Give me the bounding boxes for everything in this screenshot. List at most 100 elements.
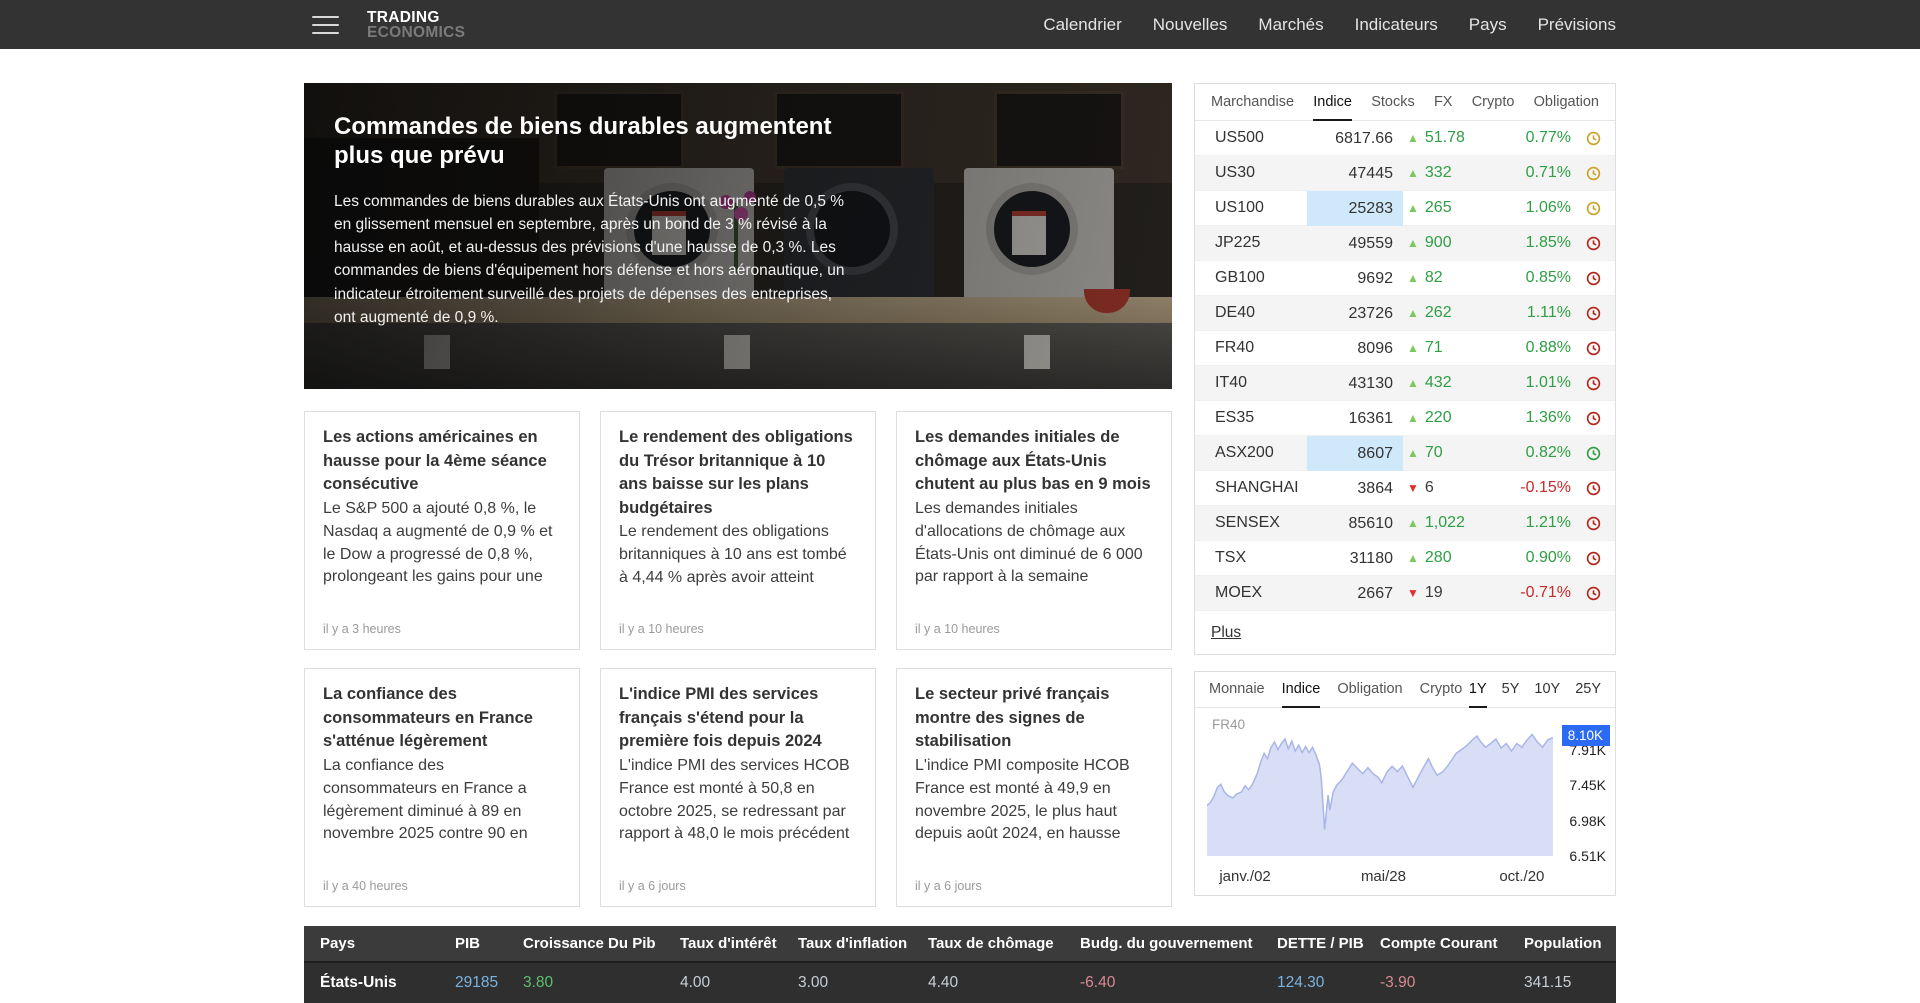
country-indicator-value[interactable]: 3.00	[798, 963, 928, 1003]
market-row-asx200[interactable]: ASX2008607▲700.82%	[1195, 436, 1615, 471]
news-card-summary: Le S&P 500 a ajouté 0,8 %, le Nasdaq a a…	[323, 498, 561, 590]
nav-link-indicateurs[interactable]: Indicateurs	[1355, 15, 1438, 35]
news-card-summary: La confiance des consommateurs en France…	[323, 755, 561, 847]
hamburger-menu-icon[interactable]	[312, 16, 339, 34]
country-table-header-cell[interactable]: Taux de chômage	[928, 926, 1080, 961]
market-change: ▲280	[1403, 549, 1491, 567]
nav-link-nouvelles[interactable]: Nouvelles	[1153, 15, 1228, 35]
markets-tab-stocks[interactable]: Stocks	[1371, 84, 1415, 121]
market-symbol[interactable]: IT40	[1195, 374, 1307, 392]
news-card-timestamp: il y a 10 heures	[619, 622, 704, 636]
market-last-price: 49559	[1307, 226, 1403, 261]
market-row-de40[interactable]: DE4023726▲2621.11%	[1195, 296, 1615, 331]
hero-title[interactable]: Commandes de biens durables augmentent p…	[334, 113, 839, 171]
market-last-price: 2667	[1307, 576, 1403, 611]
market-row-sensex[interactable]: SENSEX85610▲1,0221.21%	[1195, 506, 1615, 541]
market-row-jp225[interactable]: JP22549559▲9001.85%	[1195, 226, 1615, 261]
nav-link-pays[interactable]: Pays	[1469, 15, 1507, 35]
markets-tab-marchandise[interactable]: Marchandise	[1211, 84, 1294, 121]
nav-link-calendrier[interactable]: Calendrier	[1043, 15, 1121, 35]
country-table-header-cell[interactable]: PIB	[455, 926, 523, 961]
country-indicator-value[interactable]: 124.30	[1277, 963, 1380, 1003]
country-indicator-value[interactable]: -6.40	[1080, 963, 1277, 1003]
area-chart[interactable]	[1207, 712, 1553, 864]
country-table-header-cell[interactable]: Croissance Du Pib	[523, 926, 680, 961]
market-symbol[interactable]: FR40	[1195, 339, 1307, 357]
news-card-3[interactable]: Les demandes initiales de chômage aux Ét…	[896, 411, 1172, 650]
market-symbol[interactable]: ASX200	[1195, 444, 1307, 462]
market-row-it40[interactable]: IT4043130▲4321.01%	[1195, 366, 1615, 401]
market-row-tsx[interactable]: TSX31180▲2800.90%	[1195, 541, 1615, 576]
news-card-title[interactable]: Les actions américaines en hausse pour l…	[323, 426, 561, 497]
country-table-header-cell[interactable]: Population	[1524, 926, 1616, 961]
market-change: ▲82	[1403, 269, 1491, 287]
chart-range-1y[interactable]: 1Y	[1469, 672, 1487, 708]
market-clock-icon	[1571, 586, 1615, 601]
chart-range-25y[interactable]: 25Y	[1575, 672, 1601, 708]
market-symbol[interactable]: SHANGHAI	[1195, 479, 1307, 497]
country-indicator-value[interactable]: -3.90	[1380, 963, 1524, 1003]
news-card-title[interactable]: L'indice PMI des services français s'éte…	[619, 683, 857, 754]
market-symbol[interactable]: JP225	[1195, 234, 1307, 252]
news-card-5[interactable]: L'indice PMI des services français s'éte…	[600, 668, 876, 907]
market-symbol[interactable]: US500	[1195, 129, 1307, 147]
news-card-4[interactable]: La confiance des consommateurs en France…	[304, 668, 580, 907]
markets-tab-fx[interactable]: FX	[1434, 84, 1453, 121]
nav-link-previsions[interactable]: Prévisions	[1538, 15, 1616, 35]
market-row-fr40[interactable]: FR408096▲710.88%	[1195, 331, 1615, 366]
markets-tab-obligation[interactable]: Obligation	[1534, 84, 1599, 121]
country-table-header-cell[interactable]: Taux d'inflation	[798, 926, 928, 961]
country-indicator-value[interactable]: 3.80	[523, 963, 680, 1003]
logo-line-trading: TRADING	[367, 10, 465, 25]
news-card-title[interactable]: Le rendement des obligations du Trésor b…	[619, 426, 857, 520]
triangle-up-icon: ▲	[1407, 551, 1419, 565]
chart-range-5y[interactable]: 5Y	[1502, 672, 1520, 708]
market-last-price: 23726	[1307, 296, 1403, 331]
news-card-title[interactable]: Les demandes initiales de chômage aux Ét…	[915, 426, 1153, 497]
market-symbol[interactable]: TSX	[1195, 549, 1307, 567]
market-row-us500[interactable]: US5006817.66▲51.780.77%	[1195, 121, 1615, 156]
market-row-gb100[interactable]: GB1009692▲820.85%	[1195, 261, 1615, 296]
logo[interactable]: TRADING ECONOMICS	[367, 10, 465, 40]
market-symbol[interactable]: US30	[1195, 164, 1307, 182]
market-symbol[interactable]: ES35	[1195, 409, 1307, 427]
market-row-es35[interactable]: ES3516361▲2201.36%	[1195, 401, 1615, 436]
news-card-2[interactable]: Le rendement des obligations du Trésor b…	[600, 411, 876, 650]
country-indicator-value[interactable]: 4.40	[928, 963, 1080, 1003]
country-indicator-value[interactable]: 29185	[455, 963, 523, 1003]
market-symbol[interactable]: SENSEX	[1195, 514, 1307, 532]
country-table-header: PaysPIBCroissance Du PibTaux d'intérêtTa…	[304, 926, 1616, 961]
market-row-us30[interactable]: US3047445▲3320.71%	[1195, 156, 1615, 191]
market-symbol[interactable]: US100	[1195, 199, 1307, 217]
chart-tab-obligation[interactable]: Obligation	[1337, 672, 1402, 708]
country-indicator-value[interactable]: 341.15	[1524, 963, 1616, 1003]
chart-range-10y[interactable]: 10Y	[1534, 672, 1560, 708]
country-table-header-cell[interactable]: Compte Courant	[1380, 926, 1524, 961]
news-card-6[interactable]: Le secteur privé français montre des sig…	[896, 668, 1172, 907]
market-row-moex[interactable]: MOEX2667▼19-0.71%	[1195, 576, 1615, 611]
chart-tab-crypto[interactable]: Crypto	[1420, 672, 1463, 708]
news-card-title[interactable]: La confiance des consommateurs en France…	[323, 683, 561, 754]
market-symbol[interactable]: DE40	[1195, 304, 1307, 322]
hero-article[interactable]: Commandes de biens durables augmentent p…	[304, 83, 1172, 389]
market-symbol[interactable]: MOEX	[1195, 584, 1307, 602]
country-table-header-cell[interactable]: Budg. du gouvernement	[1080, 926, 1277, 961]
chart-tab-monnaie[interactable]: Monnaie	[1209, 672, 1265, 708]
markets-tab-indice[interactable]: Indice	[1313, 84, 1352, 121]
market-row-us100[interactable]: US10025283▲2651.06%	[1195, 191, 1615, 226]
news-card-1[interactable]: Les actions américaines en hausse pour l…	[304, 411, 580, 650]
country-table-header-cell[interactable]: Taux d'intérêt	[680, 926, 798, 961]
country-table-header-cell[interactable]: DETTE / PIB	[1277, 926, 1380, 961]
country-table-header-cell[interactable]: Pays	[304, 926, 455, 961]
markets-tab-crypto[interactable]: Crypto	[1472, 84, 1515, 121]
chart-tab-indice[interactable]: Indice	[1282, 672, 1321, 708]
market-last-price: 47445	[1307, 156, 1403, 191]
country-row-etatsunis[interactable]: États-Unis291853.804.003.004.40-6.40124.…	[304, 961, 1616, 1003]
nav-link-marches[interactable]: Marchés	[1258, 15, 1323, 35]
country-name-link[interactable]: États-Unis	[304, 963, 455, 1003]
more-link[interactable]: Plus	[1211, 624, 1241, 641]
country-indicator-value[interactable]: 4.00	[680, 963, 798, 1003]
market-row-shanghai[interactable]: SHANGHAI3864▼6-0.15%	[1195, 471, 1615, 506]
news-card-title[interactable]: Le secteur privé français montre des sig…	[915, 683, 1153, 754]
market-symbol[interactable]: GB100	[1195, 269, 1307, 287]
